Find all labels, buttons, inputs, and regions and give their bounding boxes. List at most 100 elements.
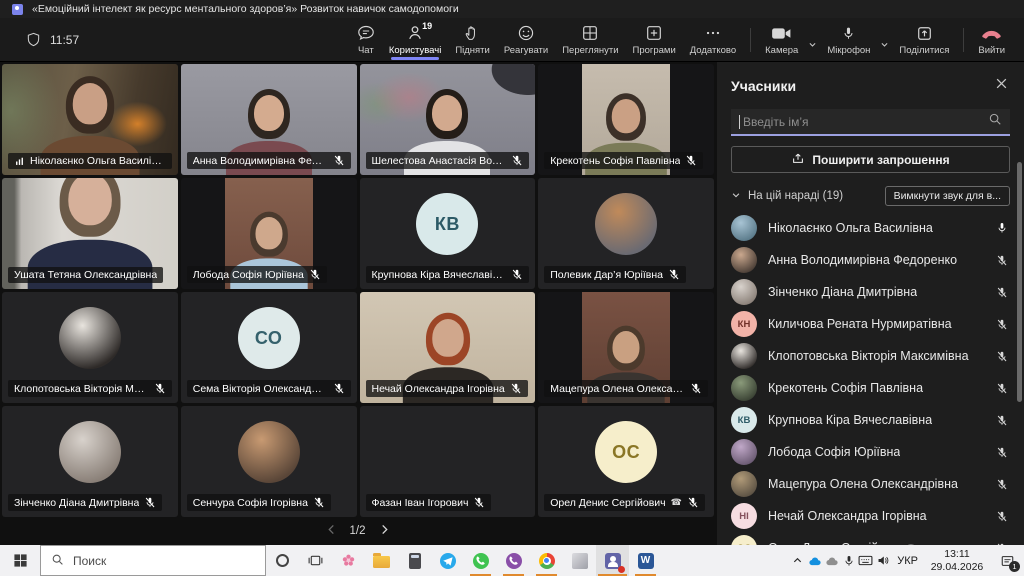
viber-taskbar-icon[interactable]: [497, 545, 530, 576]
mic-off-icon: [154, 382, 166, 395]
participant-name: Зінченко Діана Дмитрівна: [768, 285, 917, 299]
cloud-icon[interactable]: [823, 545, 840, 576]
video-tile[interactable]: Фазан Іван Ігорович: [360, 406, 536, 517]
search-icon: [988, 112, 1002, 131]
file-explorer-taskbar-icon[interactable]: [365, 545, 398, 576]
tray-keyboard-icon[interactable]: [857, 545, 874, 576]
video-tile[interactable]: Клопотовська Вікторія Максимівна: [2, 292, 178, 403]
section-toggle[interactable]: На цій нараді (19): [731, 190, 843, 203]
teams-taskbar-icon[interactable]: [596, 545, 629, 576]
close-icon[interactable]: [993, 75, 1010, 97]
video-tile[interactable]: Крекотень Софія Павлівна: [538, 64, 714, 175]
mic-off-icon[interactable]: [996, 318, 1010, 331]
video-tile[interactable]: Нечай Олександра Ігорівна: [360, 292, 536, 403]
video-tile[interactable]: Сенчура Софія Ігорівна: [181, 406, 357, 517]
mute-all-button[interactable]: Вимкнути звук для в...: [885, 186, 1010, 206]
cortana-taskbar-icon[interactable]: [266, 545, 299, 576]
participant-name: Мацепура Олена Олександрівна: [768, 477, 958, 491]
meeting-toolbar: 11:57 Чат19КористувачіПіднятиРеагуватиПе…: [0, 18, 1024, 62]
page-indicator: 1/2: [350, 525, 366, 537]
taskbar-search-input[interactable]: Поиск: [40, 545, 266, 576]
photo-avatar: [238, 421, 300, 483]
photos-taskbar-icon[interactable]: [563, 545, 596, 576]
initials-avatar: СО: [238, 307, 300, 369]
mic-off-icon: [333, 154, 345, 167]
onedrive-cloud-icon[interactable]: [806, 545, 823, 576]
toolbar-share-button[interactable]: Поділитися: [892, 18, 956, 62]
mic-off-icon: [333, 382, 345, 395]
page-next-icon[interactable]: [380, 524, 389, 538]
mic-off-icon: [690, 382, 702, 395]
toolbar-view-button[interactable]: Переглянути: [555, 18, 625, 62]
toolbar-raise-button[interactable]: Підняти: [448, 18, 497, 62]
toolbar-item-label: Програми: [633, 45, 676, 56]
video-tile[interactable]: Ніколаєнко Ольга Василівна: [2, 64, 178, 175]
share-control: Поділитися: [892, 18, 956, 62]
video-tile[interactable]: Ушата Тетяна Олександрівна: [2, 178, 178, 289]
participant-name: Фазан Іван Ігорович: [372, 497, 469, 509]
action-center-button[interactable]: 1: [990, 545, 1024, 576]
mic-off-icon[interactable]: [996, 382, 1010, 395]
whatsapp-taskbar-icon[interactable]: [464, 545, 497, 576]
video-tile[interactable]: ОСОрел Денис Сергійович☎: [538, 406, 714, 517]
toolbar-mic-button[interactable]: Мікрофон: [820, 18, 877, 62]
taskbar-search-placeholder: Поиск: [73, 554, 106, 568]
toolbar-react-button[interactable]: Реагувати: [497, 18, 555, 62]
calculator-taskbar-icon[interactable]: [398, 545, 431, 576]
toolbar-people-button[interactable]: 19Користувачі: [382, 18, 448, 62]
participant-row[interactable]: НІНечай Олександра Ігорівна: [731, 500, 1010, 532]
participant-row[interactable]: Клопотовська Вікторія Максимівна: [731, 340, 1010, 372]
participant-row[interactable]: Мацепура Олена Олександрівна: [731, 468, 1010, 500]
mic-off-icon: [687, 496, 699, 509]
telegram-taskbar-icon[interactable]: [431, 545, 464, 576]
tray-microphone-icon[interactable]: [840, 545, 857, 576]
mic-off-icon[interactable]: [996, 286, 1010, 299]
toolbar-chat-button[interactable]: Чат: [350, 18, 382, 62]
start-button[interactable]: [0, 545, 40, 576]
language-indicator[interactable]: УКР: [891, 555, 924, 567]
mic-off-icon[interactable]: [996, 350, 1010, 363]
chevron-down-icon[interactable]: [805, 34, 820, 56]
participant-row[interactable]: ОСОрел Денис Сергійович ☎: [731, 532, 1010, 545]
mic-off-icon[interactable]: [996, 510, 1010, 523]
word-taskbar-icon[interactable]: W: [629, 545, 662, 576]
share-invite-button[interactable]: Поширити запрошення: [731, 146, 1010, 173]
mic-off-icon[interactable]: [996, 478, 1010, 491]
video-tile[interactable]: Полевик Дар’я Юріївна: [538, 178, 714, 289]
toolbar-camera-button[interactable]: Камера: [758, 18, 805, 62]
task-view-taskbar-icon[interactable]: [299, 545, 332, 576]
participant-row[interactable]: Крекотень Софія Павлівна: [731, 372, 1010, 404]
video-tile[interactable]: КВКрупнова Кіра Вячеславівна: [360, 178, 536, 289]
participant-row[interactable]: Зінченко Діана Дмитрівна: [731, 276, 1010, 308]
tray-chevron-up-icon[interactable]: [789, 545, 806, 576]
chrome-taskbar-icon[interactable]: [530, 545, 563, 576]
search-input[interactable]: Введіть ім’я: [731, 109, 1010, 136]
mic-off-icon: [511, 268, 523, 281]
flower-app-taskbar-icon[interactable]: [332, 545, 365, 576]
panel-scrollbar[interactable]: [1017, 162, 1022, 402]
volume-icon[interactable]: [874, 545, 891, 576]
toolbar-apps-button[interactable]: Програми: [626, 18, 683, 62]
mic-on-icon[interactable]: [996, 221, 1010, 235]
video-tile[interactable]: Шелестова Анастасія Володимирів...: [360, 64, 536, 175]
toolbar-more-button[interactable]: Додатково: [683, 18, 743, 62]
chevron-down-icon[interactable]: [877, 34, 892, 56]
taskbar-clock[interactable]: 13:11 29.04.2026: [924, 548, 990, 573]
participant-row[interactable]: Анна Володимирівна Федоренко: [731, 244, 1010, 276]
video-tile[interactable]: Зінченко Діана Дмитрівна: [2, 406, 178, 517]
video-tile[interactable]: Мацепура Олена Олександрівна: [538, 292, 714, 403]
participant-row[interactable]: Ніколаєнко Ольга Василівна: [731, 212, 1010, 244]
phone-badge-icon: ☎: [671, 497, 682, 508]
mic-off-icon[interactable]: [996, 446, 1010, 459]
page-prev-icon[interactable]: [327, 524, 336, 538]
participant-row[interactable]: КНКиличова Рената Нурмиратівна: [731, 308, 1010, 340]
participant-row[interactable]: Лобода Софія Юріївна: [731, 436, 1010, 468]
participant-row[interactable]: КВКрупнова Кіра Вячеславівна: [731, 404, 1010, 436]
video-tile[interactable]: Анна Володимирівна Федоренко: [181, 64, 357, 175]
mic-off-icon[interactable]: [996, 414, 1010, 427]
video-tile[interactable]: СОСема Вікторія Олександрівна: [181, 292, 357, 403]
photo-avatar: [59, 421, 121, 483]
mic-off-icon[interactable]: [996, 254, 1010, 267]
video-tile[interactable]: Лобода Софія Юріївна: [181, 178, 357, 289]
leave-button[interactable]: Вийти: [971, 18, 1012, 62]
